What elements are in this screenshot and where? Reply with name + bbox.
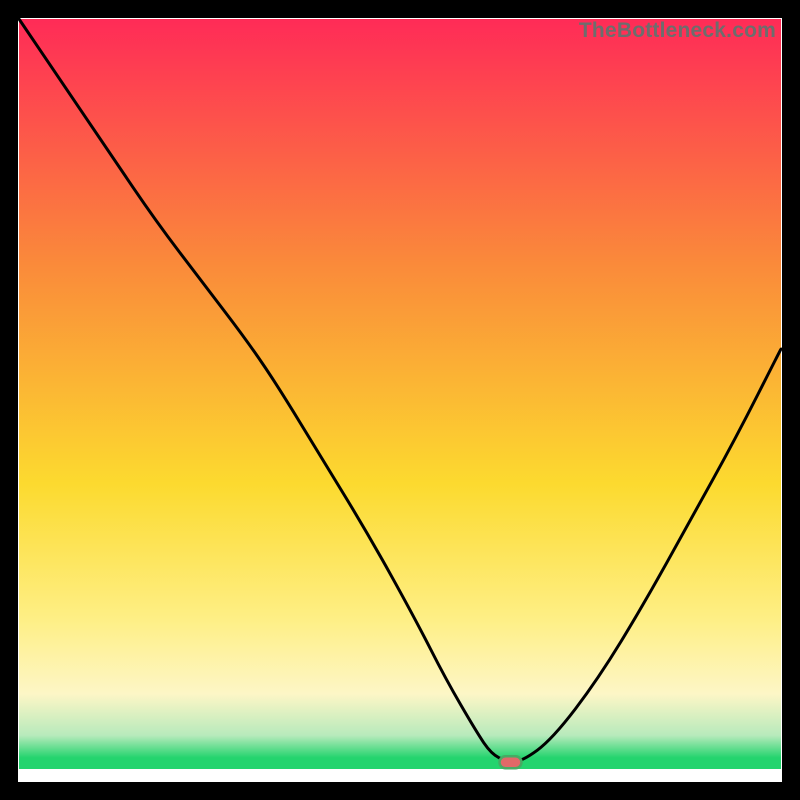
optimum-marker [500, 756, 522, 768]
gradient-background [19, 19, 781, 769]
baseline-strip [19, 769, 781, 781]
watermark-text: TheBottleneck.com [579, 19, 776, 43]
bottleneck-chart [18, 18, 782, 782]
